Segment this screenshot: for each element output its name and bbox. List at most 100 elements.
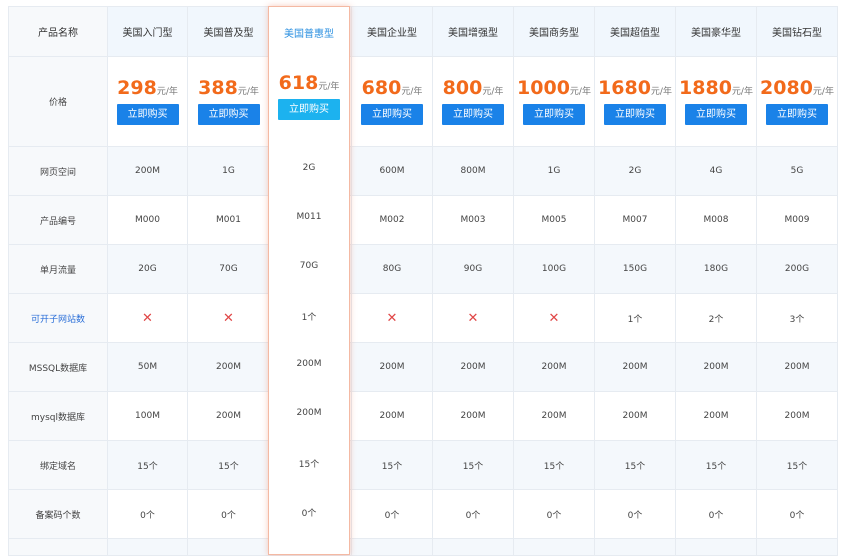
cell-code: M000 <box>107 195 188 245</box>
cell-name: 美国豪华型 <box>675 6 757 57</box>
mysql-value: 200M <box>541 411 567 421</box>
highlight-cell-code: M011 <box>269 212 349 222</box>
cell-name: 美国超值型 <box>594 6 676 57</box>
mysql-value: 200M <box>379 411 405 421</box>
mssql-value: 200M <box>622 362 648 372</box>
domains-value: 15个 <box>624 461 646 472</box>
traffic-value: 70G <box>219 264 238 274</box>
row-name: 产品名称 美国入门型 美国普及型 美国企业型 美国增强型 美国商务型 美国超值型 美国豪华型 美… <box>8 6 838 57</box>
cell-traffic: 90G <box>432 244 514 294</box>
beian-value: 0个 <box>789 510 805 521</box>
cell-sites: 3个 <box>756 293 838 343</box>
space-value: 600M <box>379 166 405 176</box>
cell-mysql: 100M <box>107 391 188 441</box>
cell-beian: 0个 <box>756 489 838 539</box>
cell-domains: 15个 <box>107 440 188 490</box>
traffic-value: 70G <box>299 261 319 271</box>
traffic-value: 80G <box>382 264 402 274</box>
price-block: 1000元/年 <box>515 78 594 98</box>
cell-sites: ✕ <box>432 293 514 343</box>
highlight-cell-price: 618元/年 立即购买 <box>269 73 349 120</box>
mysql-value: 200M <box>784 411 810 421</box>
buy-button[interactable]: 立即购买 <box>116 104 179 125</box>
cell-domains: 15个 <box>675 440 757 490</box>
buy-button[interactable]: 立即购买 <box>604 104 666 125</box>
cell-mssql: 200M <box>432 342 514 392</box>
price-block: 1680元/年 <box>596 78 675 98</box>
row-label: MSSQL数据库 <box>8 342 108 392</box>
row-label: 价格 <box>8 56 108 147</box>
domains-value: 15个 <box>218 461 239 472</box>
mssql-value: 200M <box>216 362 241 372</box>
row-mysql: mysql数据库 100M 200M 200M 200M 200M 200M 200M 200M <box>8 391 838 441</box>
price-unit: 元/年 <box>731 87 753 97</box>
cell-price: 1880元/年 立即购买 <box>675 56 757 147</box>
cell-beian: 0个 <box>187 489 270 539</box>
highlighted-plan-column: 美国普惠型 618元/年 立即购买 2G M011 70G 1个 200M 200M 15个 0个 <box>268 6 350 555</box>
cell-extra <box>107 538 188 556</box>
traffic-value: 200G <box>784 264 810 274</box>
traffic-value: 100G <box>541 264 567 274</box>
cell-traffic: 20G <box>107 244 188 294</box>
cell-sites: 1个 <box>594 293 676 343</box>
cell-beian: 0个 <box>351 489 433 539</box>
mysql-value: 200M <box>296 408 322 418</box>
cell-code: M009 <box>756 195 838 245</box>
beian-value: 0个 <box>140 510 155 521</box>
cell-mssql: 200M <box>187 342 270 392</box>
cell-name: 美国钻石型 <box>756 6 838 57</box>
mssql-value: 50M <box>137 362 158 372</box>
cell-code: M008 <box>675 195 757 245</box>
domains-value: 15个 <box>705 461 727 472</box>
plan-name: 美国企业型 <box>367 28 417 39</box>
cell-name: 美国增强型 <box>432 6 514 57</box>
cell-price: 1680元/年 立即购买 <box>594 56 676 147</box>
cell-domains: 15个 <box>432 440 514 490</box>
buy-button[interactable]: 立即购买 <box>197 104 260 125</box>
row-label <box>8 538 108 556</box>
cell-extra <box>756 538 838 556</box>
buy-button[interactable]: 立即购买 <box>361 104 423 125</box>
space-value: 1G <box>222 166 235 176</box>
mysql-value: 200M <box>703 411 729 421</box>
code-value: M005 <box>541 215 567 225</box>
mssql-value: 200M <box>296 359 322 369</box>
unavailable-cross-icon: ✕ <box>142 310 153 326</box>
buy-button[interactable]: 立即购买 <box>766 104 828 125</box>
plan-price: 388 <box>198 77 238 99</box>
buy-button[interactable]: 立即购买 <box>278 99 340 120</box>
beian-value: 0个 <box>301 509 317 519</box>
code-value: M002 <box>379 215 405 225</box>
domains-value: 15个 <box>298 460 320 470</box>
price-block: 1880元/年 <box>677 78 756 98</box>
cell-space: 4G <box>675 146 757 196</box>
beian-value: 0个 <box>384 510 400 521</box>
buy-button[interactable]: 立即购买 <box>523 104 585 125</box>
highlight-cell-space: 2G <box>269 163 349 173</box>
buy-button[interactable]: 立即购买 <box>685 104 747 125</box>
highlight-cell-name: 美国普惠型 <box>269 25 349 40</box>
unavailable-cross-icon: ✕ <box>223 310 234 326</box>
domains-value: 15个 <box>786 461 808 472</box>
cell-traffic: 150G <box>594 244 676 294</box>
cell-price: 388元/年 立即购买 <box>187 56 270 147</box>
buy-button[interactable]: 立即购买 <box>442 104 504 125</box>
plan-name: 美国商务型 <box>529 28 579 39</box>
cell-mysql: 200M <box>351 391 433 441</box>
cell-code: M007 <box>594 195 676 245</box>
cell-name: 美国企业型 <box>351 6 433 57</box>
code-value: M000 <box>135 215 160 225</box>
sites-value: 1个 <box>301 313 317 323</box>
cell-domains: 15个 <box>187 440 270 490</box>
cell-price: 298元/年 立即购买 <box>107 56 188 147</box>
cell-price: 2080元/年 立即购买 <box>756 56 838 147</box>
cell-code: M002 <box>351 195 433 245</box>
plan-name: 美国钻石型 <box>772 28 822 39</box>
space-value: 800M <box>460 166 486 176</box>
plan-price: 2080 <box>760 77 813 99</box>
price-block: 800元/年 <box>434 78 513 98</box>
cell-name: 美国普及型 <box>187 6 270 57</box>
cell-extra <box>351 538 433 556</box>
row-space: 网页空间 200M 1G 600M 800M 1G 2G 4G 5G <box>8 146 838 196</box>
plan-name: 美国入门型 <box>122 28 173 39</box>
